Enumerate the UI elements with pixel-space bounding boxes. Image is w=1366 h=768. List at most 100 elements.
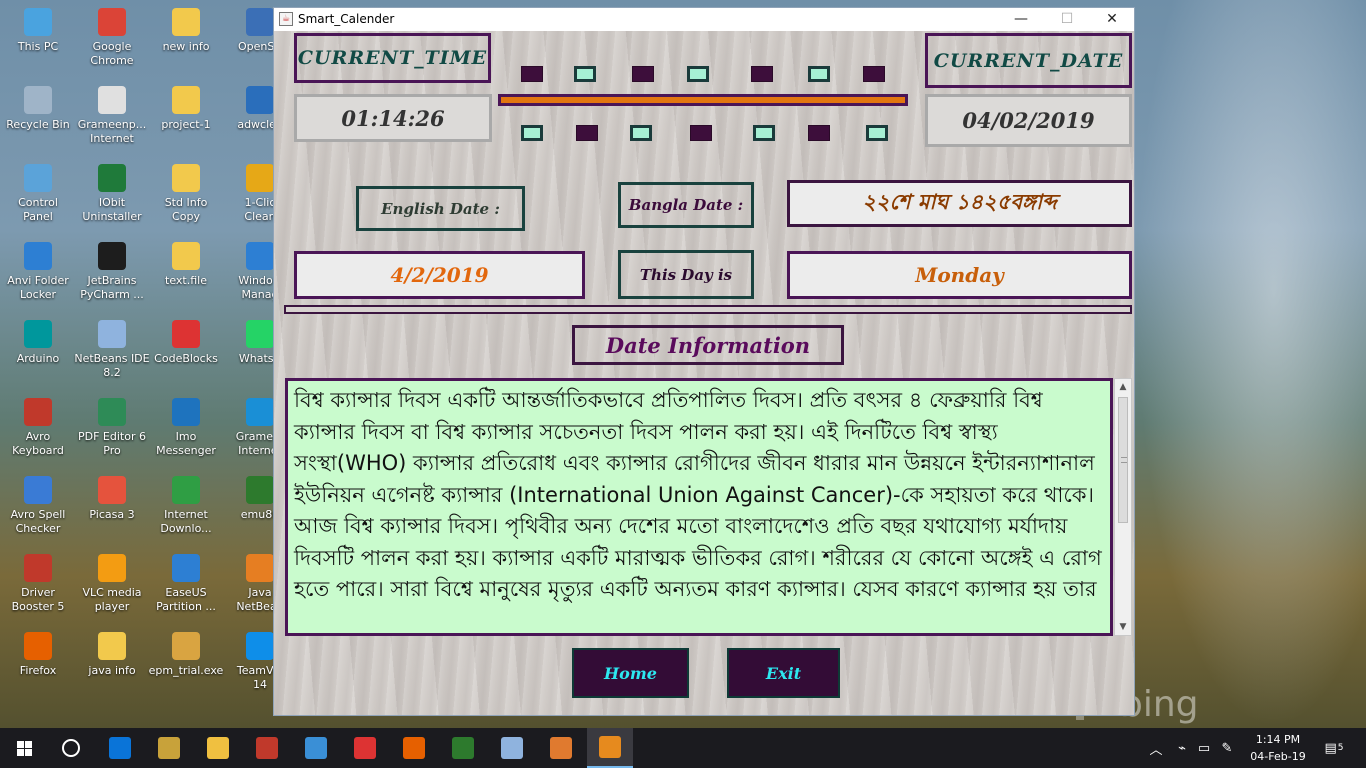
desktop-icon[interactable]: Grameenp... Internet bbox=[74, 80, 150, 152]
minimize-button[interactable]: — bbox=[998, 8, 1044, 30]
desktop-icon-label: PDF Editor 6 Pro bbox=[78, 430, 146, 457]
folder-icon bbox=[172, 242, 200, 270]
windows-logo-icon bbox=[17, 741, 24, 748]
indicator-square bbox=[576, 125, 598, 141]
desktop-icon[interactable]: JetBrains PyCharm ... bbox=[74, 236, 150, 308]
firefox-icon bbox=[403, 737, 425, 759]
start-button[interactable] bbox=[0, 728, 48, 768]
battery-icon[interactable]: ▭ bbox=[1194, 728, 1214, 768]
desktop-icon[interactable]: Arduino bbox=[0, 314, 76, 386]
taskbar-item[interactable] bbox=[391, 728, 437, 768]
recycle-bin-icon bbox=[24, 86, 52, 114]
desktop-icon-label: Google Chrome bbox=[90, 40, 134, 67]
taskbar-item[interactable] bbox=[195, 728, 241, 768]
desktop-icon[interactable]: Picasa 3 bbox=[74, 470, 150, 542]
desktop-icon[interactable]: Anvi Folder Locker bbox=[0, 236, 76, 308]
desktop-icon-label: JetBrains PyCharm ... bbox=[80, 274, 144, 301]
orange-separator-bar bbox=[498, 94, 908, 106]
scroll-up-arrow-icon[interactable]: ▲ bbox=[1115, 379, 1131, 395]
desktop-icon[interactable]: epm_trial.exe bbox=[148, 626, 224, 698]
desktop-icon[interactable]: IObit Uninstaller bbox=[74, 158, 150, 230]
taskbar-item[interactable] bbox=[587, 728, 633, 768]
windows-logo-icon bbox=[17, 749, 24, 756]
desktop-icon[interactable]: Google Chrome bbox=[74, 2, 150, 74]
taskbar-clock[interactable]: 1:14 PM 04-Feb-19 bbox=[1238, 731, 1318, 765]
desktop-icon-label: IObit Uninstaller bbox=[82, 196, 142, 223]
indicator-square bbox=[751, 66, 773, 82]
date-information-text: বিশ্ব ক্যান্সার দিবস একটি আন্তর্জাতিকভাব… bbox=[294, 388, 1102, 601]
desktop-icon-label: Driver Booster 5 bbox=[11, 586, 65, 613]
taskbar-item[interactable] bbox=[146, 728, 192, 768]
day-of-week-value: Monday bbox=[787, 251, 1132, 299]
desktop-icon[interactable]: NetBeans IDE 8.2 bbox=[74, 314, 150, 386]
network-icon[interactable]: ⌁ bbox=[1172, 728, 1192, 768]
app-content: CURRENT_TIME 01:14:26 CURRENT_DATE 04/02… bbox=[274, 31, 1134, 715]
desktop-icon[interactable]: This PC bbox=[0, 2, 76, 74]
scroll-grip-icon bbox=[1121, 457, 1127, 463]
desktop-icon[interactable]: Firefox bbox=[0, 626, 76, 698]
paint-icon bbox=[550, 737, 572, 759]
home-button[interactable]: Home bbox=[572, 648, 689, 698]
desktop-icon-label: text.file bbox=[165, 274, 207, 287]
desktop-icon[interactable]: Internet Downlo... bbox=[148, 470, 224, 542]
taskbar-item[interactable] bbox=[244, 728, 290, 768]
current-date-label: CURRENT_DATE bbox=[925, 33, 1132, 88]
arduino-icon bbox=[24, 320, 52, 348]
notification-count: 5 bbox=[1337, 743, 1344, 753]
textarea-scrollbar[interactable]: ▲ ▼ bbox=[1114, 378, 1132, 636]
desktop-icon[interactable]: Avro Keyboard bbox=[0, 392, 76, 464]
maximize-button[interactable]: ☐ bbox=[1044, 8, 1090, 30]
desktop-icon[interactable]: text.file bbox=[148, 236, 224, 308]
taskbar-item[interactable] bbox=[342, 728, 388, 768]
document-icon bbox=[98, 86, 126, 114]
desktop-icon[interactable]: Control Panel bbox=[0, 158, 76, 230]
desktop-icon-label: epm_trial.exe bbox=[148, 664, 224, 677]
desktop-icon-label: NetBeans IDE 8.2 bbox=[74, 352, 150, 379]
taskbar-item[interactable] bbox=[97, 728, 143, 768]
taskbar-item[interactable] bbox=[538, 728, 584, 768]
action-center-icon[interactable]: ▤ 5 bbox=[1320, 728, 1348, 768]
search-icon bbox=[62, 739, 80, 757]
horizontal-divider bbox=[284, 305, 1132, 314]
store-icon bbox=[158, 737, 180, 759]
bangla-date-label: Bangla Date : bbox=[618, 182, 754, 228]
scroll-down-arrow-icon[interactable]: ▼ bbox=[1115, 619, 1131, 635]
desktop-icon[interactable]: new info bbox=[148, 2, 224, 74]
teamviewer-icon bbox=[246, 632, 274, 660]
window-titlebar[interactable]: ☕ Smart_Calender — ☐ ✕ bbox=[274, 8, 1134, 31]
desktop-icon[interactable]: CodeBlocks bbox=[148, 314, 224, 386]
app-icon bbox=[246, 398, 274, 426]
taskbar-item[interactable] bbox=[489, 728, 535, 768]
desktop-icon[interactable]: Imo Messenger bbox=[148, 392, 224, 464]
desktop-icon[interactable]: PDF Editor 6 Pro bbox=[74, 392, 150, 464]
desktop-icon[interactable]: java info bbox=[74, 626, 150, 698]
control-panel-icon bbox=[24, 164, 52, 192]
pen-icon[interactable]: ✎ bbox=[1216, 728, 1238, 768]
desktop-icon[interactable]: Avro Spell Checker bbox=[0, 470, 76, 542]
taskbar-item[interactable] bbox=[440, 728, 486, 768]
desktop-wallpaper-mist bbox=[1135, 0, 1366, 730]
folder-icon bbox=[172, 86, 200, 114]
taskbar-item[interactable] bbox=[293, 728, 339, 768]
desktop-icon[interactable]: Driver Booster 5 bbox=[0, 548, 76, 620]
desktop-icon[interactable]: project-1 bbox=[148, 80, 224, 152]
java-icon bbox=[246, 554, 274, 582]
desktop-icon[interactable]: Recycle Bin bbox=[0, 80, 76, 152]
desktop-icon[interactable]: EaseUS Partition ... bbox=[148, 548, 224, 620]
taskbar-item[interactable] bbox=[48, 728, 94, 768]
desktop-icon[interactable]: VLC media player bbox=[74, 548, 150, 620]
indicator-square bbox=[753, 125, 775, 141]
exit-button[interactable]: Exit bbox=[727, 648, 840, 698]
show-hidden-icons-chevron-icon[interactable]: ︿ bbox=[1146, 728, 1166, 768]
desktop-icon[interactable]: Std Info Copy bbox=[148, 158, 224, 230]
indicator-square bbox=[632, 66, 654, 82]
app-icon bbox=[246, 8, 274, 36]
folder-icon bbox=[172, 164, 200, 192]
date-information-textarea[interactable]: বিশ্ব ক্যান্সার দিবস একটি আন্তর্জাতিকভাব… bbox=[285, 378, 1113, 636]
emulator-icon bbox=[452, 737, 474, 759]
folder-icon bbox=[98, 632, 126, 660]
scrollbar-thumb[interactable] bbox=[1118, 397, 1128, 523]
english-date-value: 4/2/2019 bbox=[294, 251, 585, 299]
desktop-icon-label: new info bbox=[162, 40, 210, 53]
close-button[interactable]: ✕ bbox=[1089, 8, 1135, 30]
